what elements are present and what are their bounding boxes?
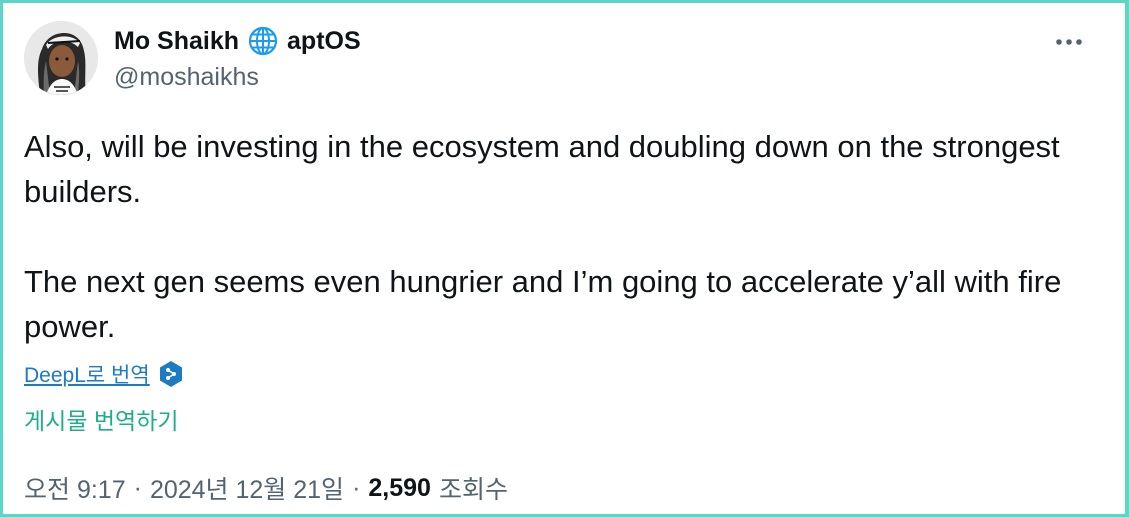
- avatar[interactable]: [24, 21, 98, 95]
- meta-separator: ·: [133, 473, 142, 502]
- post-paragraph: Also, will be investing in the ecosystem…: [24, 129, 1060, 209]
- more-horizontal-icon: [1056, 39, 1082, 45]
- post-text: Also, will be investing in the ecosystem…: [24, 124, 1104, 349]
- views-count: 2,590: [368, 473, 431, 502]
- author-name-row: Mo Shaikh aptOS: [114, 24, 361, 58]
- translate-post-link[interactable]: 게시물 번역하기: [24, 402, 179, 436]
- globe-icon: [247, 25, 279, 57]
- post-meta: 오전 9:17 · 2024년 12월 21일 · 2,590 조회수: [24, 470, 508, 506]
- post-date[interactable]: 2024년 12월 21일: [150, 470, 344, 506]
- author-handle[interactable]: @moshaikhs: [114, 63, 259, 92]
- display-name[interactable]: Mo Shaikh: [114, 27, 239, 56]
- affiliation-label[interactable]: aptOS: [287, 27, 361, 56]
- post-time[interactable]: 오전 9:17: [24, 470, 126, 506]
- post-paragraph: The next gen seems even hungrier and I’m…: [24, 264, 1062, 344]
- tweet-card: Mo Shaikh aptOS @moshaikhs Also, will be…: [0, 0, 1129, 517]
- views-label: 조회수: [438, 476, 508, 504]
- meta-separator: ·: [352, 473, 361, 502]
- deepl-translate-row: DeepL로 번역: [24, 358, 184, 390]
- deepl-icon[interactable]: [158, 360, 184, 388]
- deepl-translate-link[interactable]: DeepL로 번역: [24, 359, 150, 389]
- more-options-button[interactable]: [1048, 27, 1090, 57]
